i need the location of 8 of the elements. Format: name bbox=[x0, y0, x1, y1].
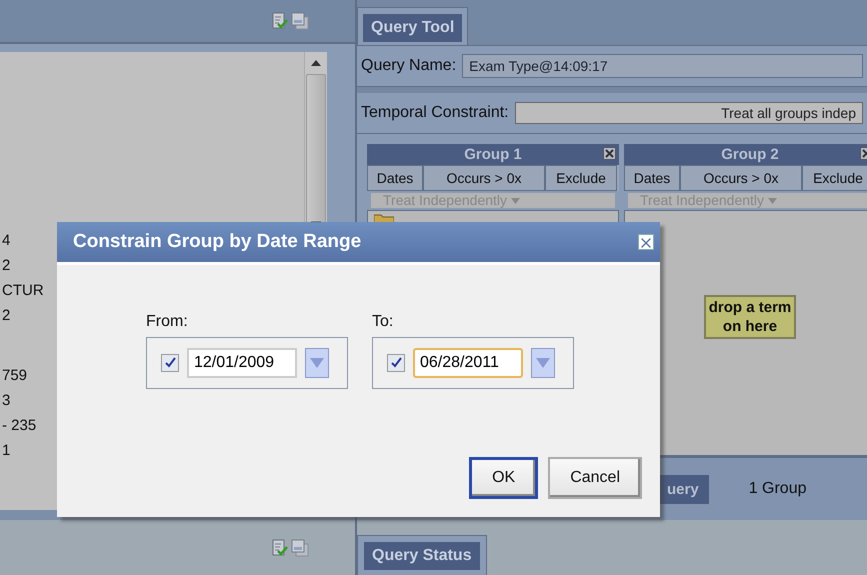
temporal-constraint-label: Temporal Constraint: bbox=[361, 104, 509, 122]
group-header: Group 1 bbox=[367, 144, 619, 165]
date-label: To: bbox=[372, 313, 394, 331]
dialog-title: Constrain Group by Date Range bbox=[73, 231, 362, 253]
query-name-label: Query Name: bbox=[361, 57, 456, 75]
group-count: 1 Group bbox=[748, 480, 806, 498]
group-header: Group 2 bbox=[624, 144, 867, 165]
date-label: From: bbox=[146, 313, 189, 331]
